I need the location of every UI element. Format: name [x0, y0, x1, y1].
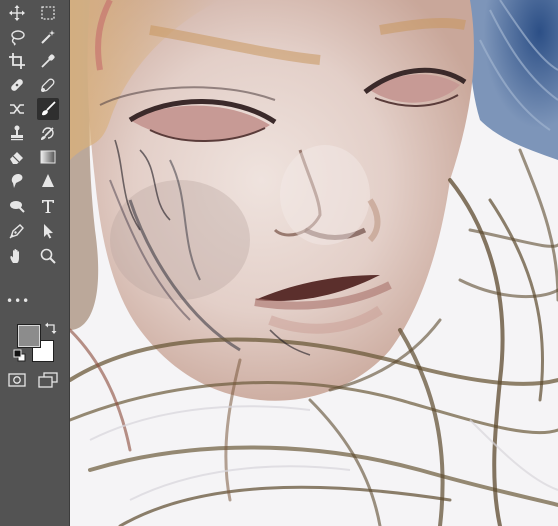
tools-panel: •••: [0, 0, 70, 526]
smudge-icon: [11, 174, 23, 188]
gradient-icon: [40, 150, 56, 164]
crop-tool[interactable]: [6, 50, 28, 72]
hand-tool[interactable]: [6, 245, 28, 267]
swap-colors-icon[interactable]: [44, 321, 58, 335]
crop-icon: [9, 53, 25, 69]
move-icon: [9, 5, 25, 21]
portrait-artwork: [70, 0, 558, 526]
brush-tool[interactable]: [37, 98, 59, 120]
magic-wand-icon: [41, 30, 55, 44]
quick-mask-icon[interactable]: [8, 373, 26, 387]
move-tool[interactable]: [6, 2, 28, 24]
zoom-tool[interactable]: [37, 245, 59, 267]
dodge-icon: [10, 201, 25, 213]
path-selection-icon: [44, 224, 53, 239]
document-canvas[interactable]: [70, 0, 558, 526]
lasso-tool[interactable]: [6, 26, 28, 48]
gradient-tool[interactable]: [37, 146, 59, 168]
clone-stamp-tool[interactable]: [6, 122, 28, 144]
eraser-icon: [10, 152, 23, 164]
rectangular-marquee-icon: [41, 6, 55, 20]
spot-healing-tool[interactable]: [37, 74, 59, 96]
content-aware-move-icon: [10, 104, 24, 114]
clone-stamp-icon: [11, 125, 23, 141]
pen-icon: [9, 224, 24, 239]
eyedropper-icon: [41, 54, 55, 68]
history-brush-tool[interactable]: [37, 122, 59, 144]
path-selection-tool[interactable]: [37, 220, 59, 242]
edit-toolbar-button[interactable]: •••: [6, 292, 30, 310]
brush-icon: [42, 101, 56, 116]
rectangular-marquee-tool[interactable]: [37, 2, 59, 24]
magic-wand-tool[interactable]: [37, 26, 59, 48]
photoshop-window: •••: [0, 0, 558, 526]
spot-healing-icon: [41, 78, 55, 92]
hand-icon: [10, 249, 19, 263]
eyedropper-tool[interactable]: [37, 50, 59, 72]
default-colors-icon[interactable]: [13, 349, 27, 363]
zoom-icon: [40, 248, 56, 264]
sharpen-icon: [42, 174, 54, 187]
foreground-color-swatch[interactable]: [17, 324, 41, 348]
pen-tool[interactable]: [6, 220, 28, 242]
type-icon: [42, 200, 54, 213]
healing-brush-icon: [11, 79, 23, 91]
sharpen-tool[interactable]: [37, 170, 59, 192]
type-tool[interactable]: [37, 195, 59, 217]
smudge-tool[interactable]: [6, 170, 28, 192]
lasso-icon: [11, 30, 25, 46]
healing-brush-tool[interactable]: [6, 74, 28, 96]
dodge-tool[interactable]: [6, 195, 28, 217]
eraser-tool[interactable]: [6, 146, 28, 168]
content-aware-move-tool[interactable]: [6, 98, 28, 120]
history-brush-icon: [41, 127, 54, 140]
screen-mode-icon[interactable]: [38, 372, 58, 388]
